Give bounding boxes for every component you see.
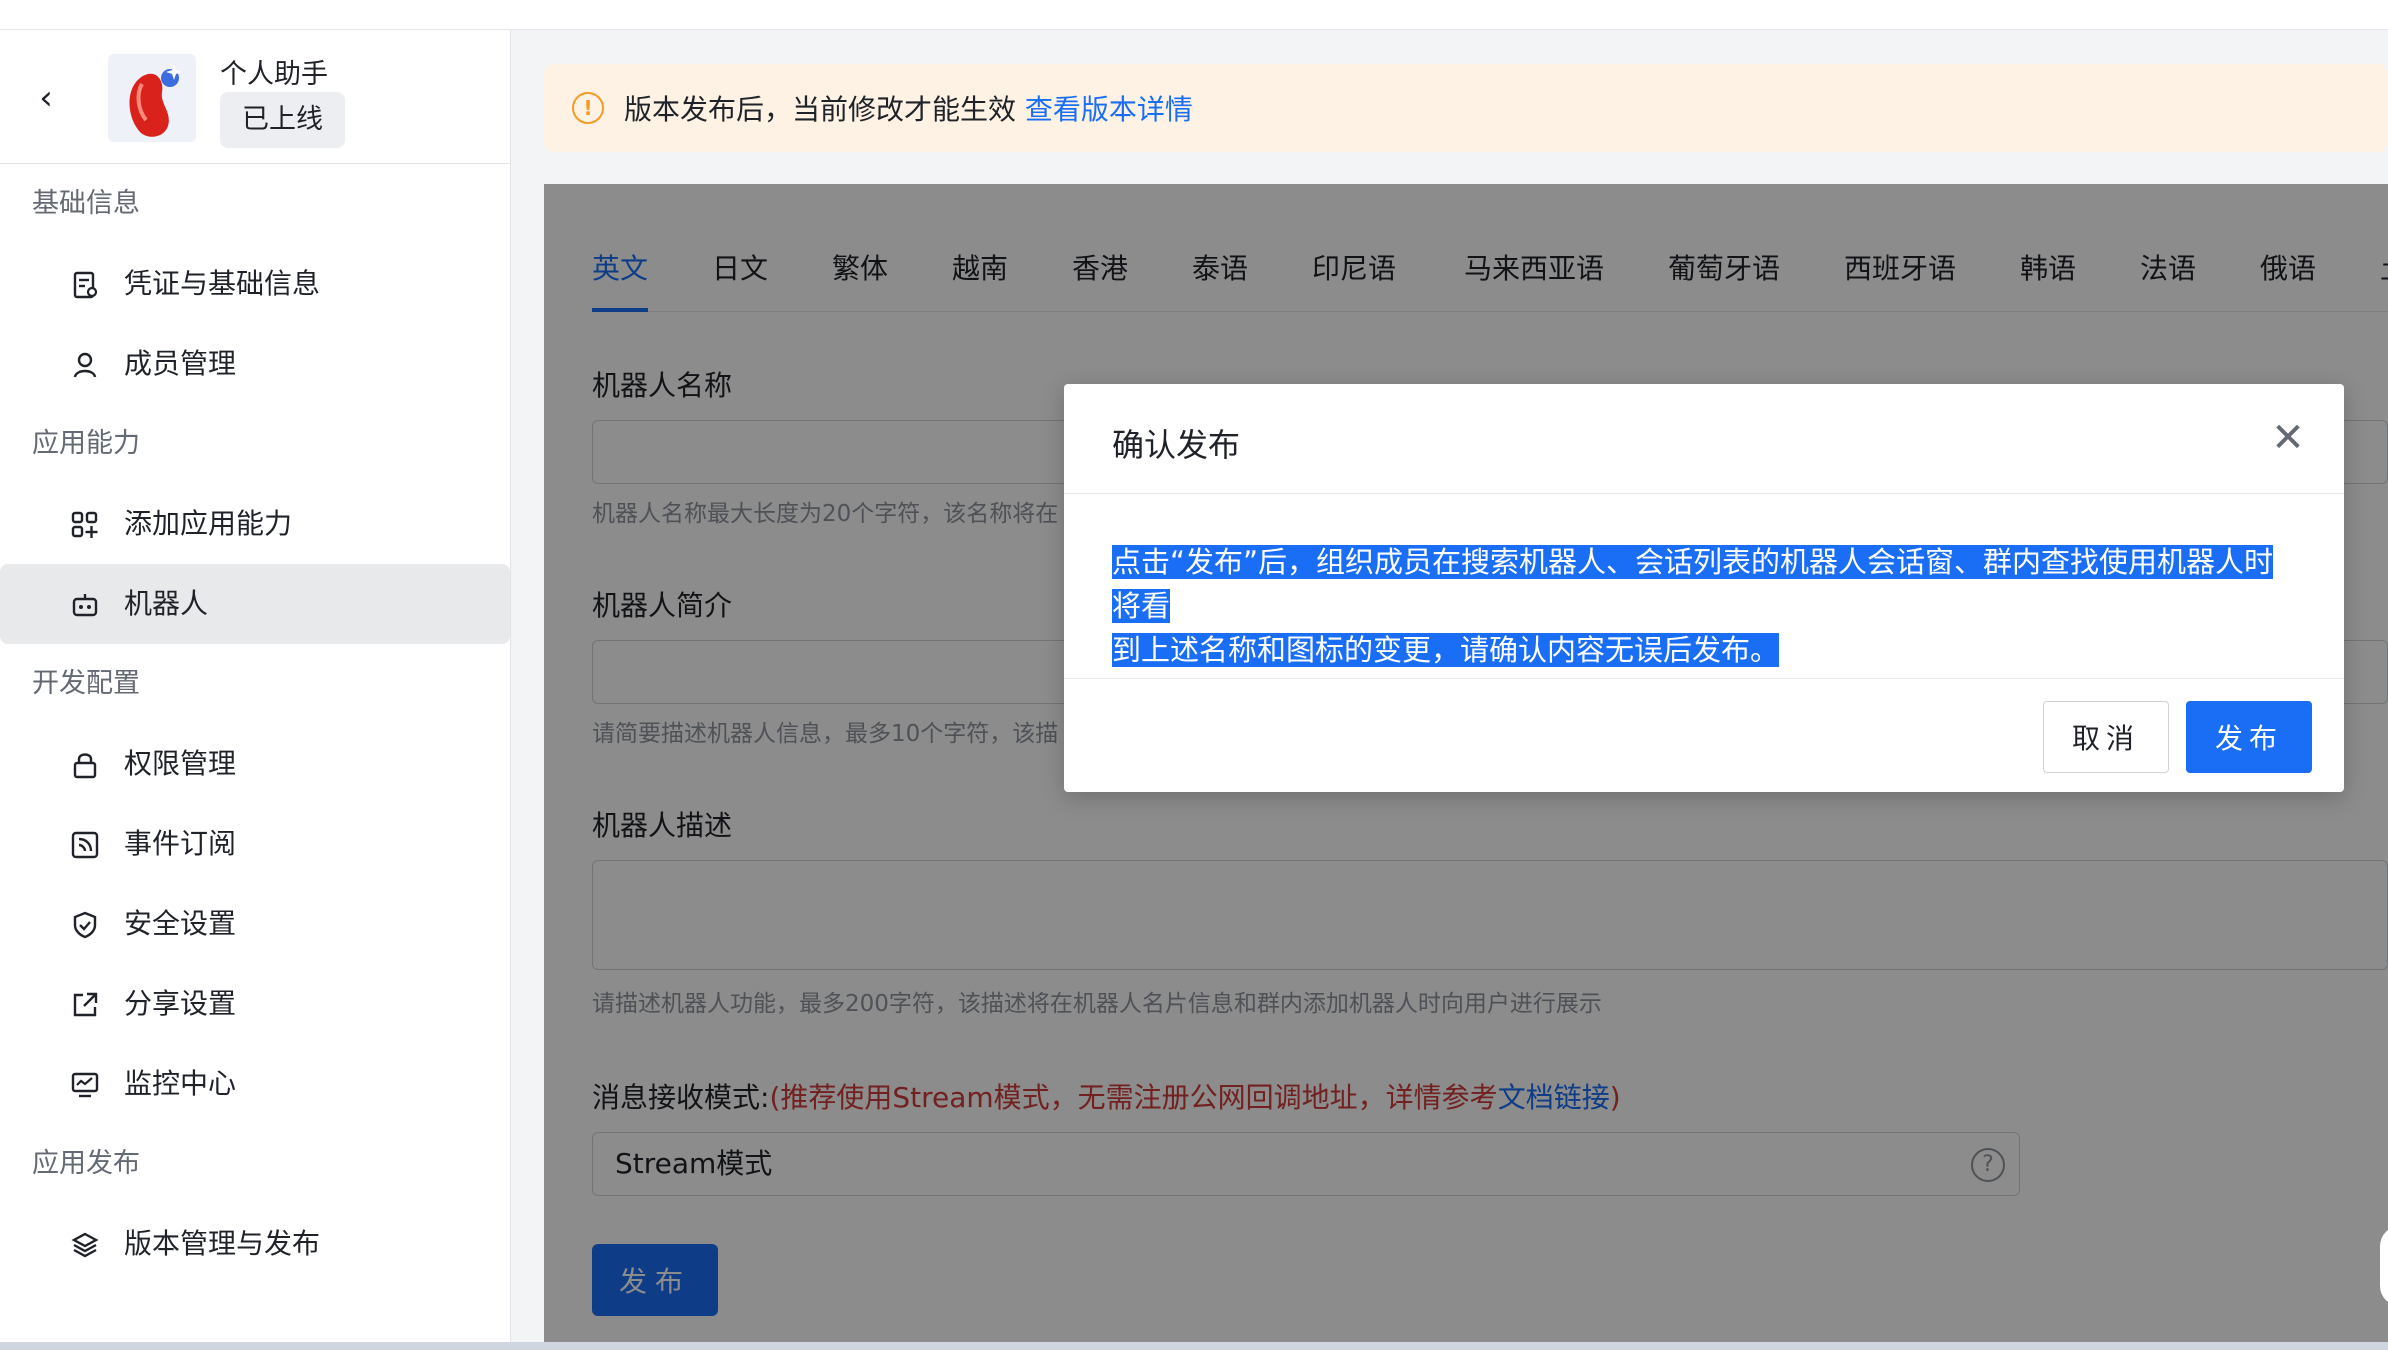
dialog-title: 确认发布 — [1112, 426, 1241, 464]
sidebar-item-label: 机器人 — [124, 587, 209, 620]
sidebar-item-label: 分享设置 — [124, 987, 237, 1020]
rss-icon — [70, 830, 100, 860]
sidebar: ‹ 个人助手 已上线 基础信息 凭证与基础信息 成员管理 应用能力 添加应用能力… — [0, 30, 511, 1342]
sidebar-item-monitor[interactable]: 监控中心 — [0, 1044, 510, 1124]
view-version-link[interactable]: 查看版本详情 — [1025, 93, 1193, 126]
sidebar-item-label: 版本管理与发布 — [124, 1227, 321, 1260]
publish-notice-banner: ! 版本发布后，当前修改才能生效 查看版本详情 — [544, 64, 2388, 152]
dialog-message-line2: 到上述名称和图标的变更，请确认内容无误后发布。 — [1112, 633, 1780, 667]
sidebar-item-security[interactable]: 安全设置 — [0, 884, 510, 964]
sidebar-item-label: 权限管理 — [124, 747, 237, 780]
grid-add-icon — [70, 510, 100, 540]
floating-widget[interactable] — [2380, 1226, 2388, 1306]
shield-icon — [70, 910, 100, 940]
sidebar-item-label: 凭证与基础信息 — [124, 267, 321, 300]
banner-text: 版本发布后，当前修改才能生效 查看版本详情 — [624, 88, 1193, 128]
sidebar-item-label: 添加应用能力 — [124, 507, 293, 540]
sidebar-item-credentials[interactable]: 凭证与基础信息 — [0, 244, 510, 324]
app-name: 个人助手 — [220, 59, 328, 90]
sidebar-item-versions[interactable]: 版本管理与发布 — [0, 1204, 510, 1284]
sidebar-item-share[interactable]: 分享设置 — [0, 964, 510, 1044]
dialog-message-line1: 点击“发布”后，组织成员在搜索机器人、会话列表的机器人会话窗、群内查找使用机器人… — [1112, 545, 2274, 623]
lock-icon — [70, 750, 100, 780]
sidebar-item-label: 监控中心 — [124, 1067, 237, 1100]
close-icon[interactable]: ✕ — [2268, 418, 2308, 458]
nav-section-abilities: 应用能力 — [32, 428, 140, 459]
back-arrow-icon[interactable]: ‹ — [28, 80, 64, 116]
dialog-footer: 取消 发布 — [1064, 678, 2344, 792]
app-header: ‹ 个人助手 已上线 — [0, 30, 510, 164]
app-status-badge: 已上线 — [220, 92, 345, 148]
sidebar-item-label: 成员管理 — [124, 347, 237, 380]
sidebar-item-add-ability[interactable]: 添加应用能力 — [0, 484, 510, 564]
top-bar — [0, 0, 2388, 30]
sidebar-item-permissions[interactable]: 权限管理 — [0, 724, 510, 804]
cancel-button[interactable]: 取消 — [2043, 701, 2169, 773]
bottom-scrollbar — [0, 1342, 2388, 1350]
nav-section-basic: 基础信息 — [32, 188, 140, 219]
sidebar-item-members[interactable]: 成员管理 — [0, 324, 510, 404]
sidebar-item-robot[interactable]: 机器人 — [0, 564, 510, 644]
sidebar-item-label: 事件订阅 — [124, 827, 237, 860]
confirm-publish-button[interactable]: 发布 — [2186, 701, 2312, 773]
warning-icon: ! — [572, 92, 604, 124]
sidebar-item-label: 安全设置 — [124, 907, 237, 940]
confirm-publish-dialog: 确认发布 ✕ 点击“发布”后，组织成员在搜索机器人、会话列表的机器人会话窗、群内… — [1064, 384, 2344, 792]
dialog-body: 点击“发布”后，组织成员在搜索机器人、会话列表的机器人会话窗、群内查找使用机器人… — [1112, 540, 2302, 672]
dialog-header: 确认发布 ✕ — [1064, 384, 2344, 494]
monitor-icon — [70, 1070, 100, 1100]
share-icon — [70, 990, 100, 1020]
robot-icon — [70, 590, 100, 620]
credential-icon — [70, 270, 100, 300]
user-icon — [70, 350, 100, 380]
nav-section-dev: 开发配置 — [32, 668, 140, 699]
sidebar-item-events[interactable]: 事件订阅 — [0, 804, 510, 884]
app-logo — [108, 54, 196, 142]
layers-icon — [70, 1230, 100, 1260]
nav-section-release: 应用发布 — [32, 1148, 140, 1179]
banner-message: 版本发布后，当前修改才能生效 — [624, 93, 1017, 126]
